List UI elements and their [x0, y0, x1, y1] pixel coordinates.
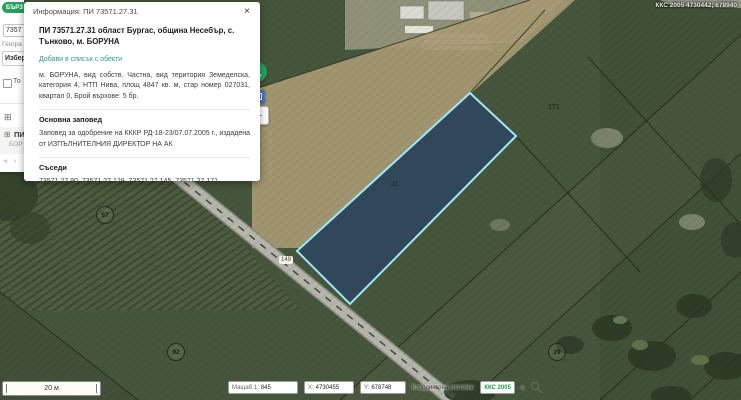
close-icon[interactable]: × — [241, 5, 253, 17]
x-coordinate-input[interactable]: X: 4730455 — [304, 381, 354, 394]
map-scale-input[interactable]: Мащаб 1: 845 — [228, 381, 298, 394]
search-panel: БЪРЗ 7357 Геогра Избер То ⊞ ⊞ ПИ БОР « ‹ — [0, 0, 24, 172]
search-result-item[interactable]: ⊞ ПИ БОР — [0, 127, 24, 154]
topo-checkbox-label: То — [13, 78, 21, 85]
crs-label: Координатна система: — [412, 385, 474, 391]
parcel-number-value: 7357 — [6, 27, 22, 34]
parcel-point-marker: 29 — [548, 343, 566, 361]
crs-selector[interactable]: ККС 2005 — [480, 381, 515, 394]
parcel-point-marker: 92 — [167, 343, 185, 361]
add-to-list-link[interactable]: Добави в списък с обекти — [39, 56, 122, 63]
grid-icon: ⊞ — [4, 112, 12, 123]
kais-cadastre-app: ККС 2005 4730442; 678940 171 31 149 57 9… — [0, 0, 741, 400]
popup-header-title: Информация: ПИ 73571.27.31 — [33, 7, 138, 16]
crs-value: ККС 2005 — [484, 385, 511, 391]
quick-search-button[interactable]: БЪРЗ — [2, 2, 24, 13]
marker-label: 29 — [553, 349, 560, 356]
parcel-number-input[interactable]: 7357 — [3, 24, 24, 37]
y-value[interactable]: 678748 — [371, 385, 391, 391]
parcel-point-marker: 57 — [96, 206, 114, 224]
scale-bar-label: 20 м — [44, 385, 59, 392]
popup-header: Информация: ПИ 73571.27.31 × — [24, 2, 260, 19]
x-label: X: — [308, 385, 314, 391]
neighbors-section-title: Съседи — [39, 157, 250, 172]
scale-label: Мащаб 1: — [232, 385, 259, 391]
y-label: Y: — [364, 385, 369, 391]
order-section-title: Основна заповед — [39, 109, 250, 124]
result-sublabel: БОР — [9, 141, 23, 148]
parcel-info-popup: Информация: ПИ 73571.27.31 × ПИ 73571.27… — [24, 2, 260, 181]
coordinate-search-button[interactable] — [530, 381, 543, 394]
selected-parcel-number: 31 — [391, 181, 399, 188]
grid-icon: ⊞ — [4, 130, 11, 139]
neighbor-parcel-number: 171 — [548, 104, 560, 111]
x-value[interactable]: 4730455 — [316, 385, 339, 391]
scale-bar-tick — [96, 384, 97, 393]
parcel-details-text: м. БОРУНА, вид собств. Частна, вид терит… — [39, 71, 250, 104]
pager-arrows-icon[interactable]: « ‹ — [4, 158, 18, 165]
neighbors-list: 73571.27.90, 73571.27.129, 73571.27.145,… — [39, 177, 250, 181]
geography-label: Геогра — [2, 41, 22, 48]
marker-label: 57 — [101, 212, 108, 219]
popup-content: ПИ 73571.27.31 област Бургас, община Нес… — [24, 19, 260, 181]
parcel-title: ПИ 73571.27.31 област Бургас, община Нес… — [39, 25, 250, 48]
area-select-value: Избер — [5, 55, 24, 62]
scale-bar: 20 м — [2, 381, 101, 396]
y-coordinate-input[interactable]: Y: 678748 — [360, 381, 406, 394]
panel-divider — [0, 103, 24, 104]
marker-label: 92 — [172, 349, 179, 356]
scale-bar-tick — [6, 384, 7, 393]
status-bar: Мащаб 1: 845 X: 4730455 Y: 678748 Коорди… — [228, 380, 543, 395]
chevron-down-icon[interactable]: ▾ — [521, 384, 525, 392]
scale-value[interactable]: 845 — [261, 385, 271, 391]
order-text: Заповед за одобрение на КККР РД-18-23/07… — [39, 129, 250, 151]
area-select[interactable]: Избер — [2, 51, 24, 66]
result-label: ПИ — [14, 130, 24, 139]
road-number-label: 149 — [279, 256, 293, 264]
mouse-coordinate-readout: ККС 2005 4730442; 678940 — [655, 2, 737, 9]
quick-search-label: БЪРЗ — [6, 5, 23, 11]
topo-checkbox[interactable] — [3, 79, 12, 88]
